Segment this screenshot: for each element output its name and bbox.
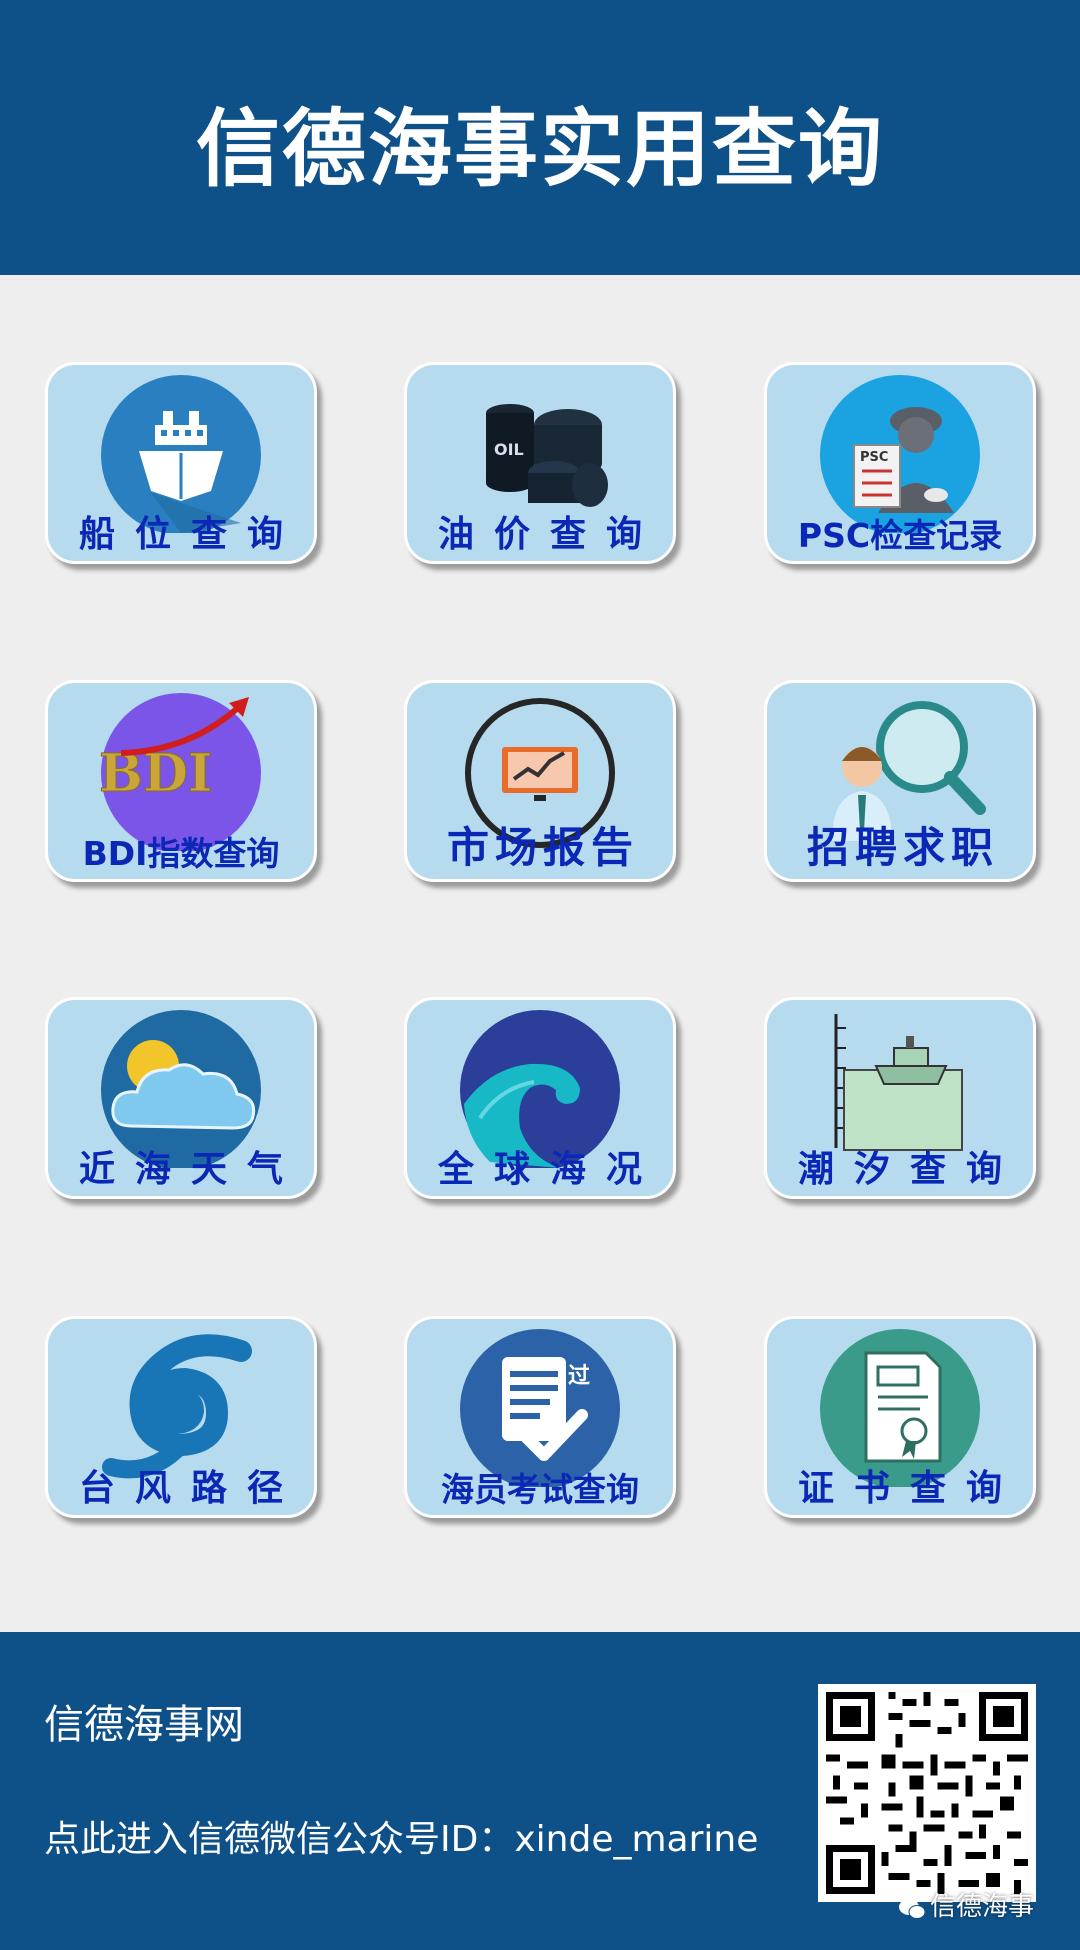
svg-text:过: 过 xyxy=(568,1363,590,1389)
tile-label: 台风路径 xyxy=(78,1468,303,1509)
watermark-text: 信德海事 xyxy=(930,1892,1035,1922)
tile-oil-price[interactable]: OIL 油价查询 xyxy=(404,362,676,564)
footer-site-name: 信德海事网 xyxy=(44,1702,244,1748)
tile-label: PSC检查记录 xyxy=(797,516,1003,555)
svg-text:BDI: BDI xyxy=(99,743,212,804)
tile-certificate[interactable]: 证书查询 xyxy=(764,1316,1036,1518)
tile-label: 全球海况 xyxy=(437,1149,662,1190)
tile-label: BDI指数查询 xyxy=(82,834,280,873)
tile-typhoon-track[interactable]: 台风路径 xyxy=(45,1316,317,1518)
tile-label: 潮汐查询 xyxy=(797,1149,1022,1190)
tile-seafarer-exam[interactable]: 过 海员考试查询 xyxy=(404,1316,676,1518)
wechat-account-link[interactable]: 点此进入信德微信公众号ID：xinde_marine xyxy=(44,1810,758,1862)
tile-tide[interactable]: 潮汐查询 xyxy=(764,997,1036,1199)
header-banner: 信德海事实用查询 xyxy=(0,0,1080,275)
tile-coastal-weather[interactable]: 近海天气 xyxy=(45,997,317,1199)
tile-psc-record[interactable]: PSC PSC检查记录 xyxy=(764,362,1036,564)
tile-market-report[interactable]: 市场报告 xyxy=(404,680,676,882)
tile-global-sea-state[interactable]: 全球海况 xyxy=(404,997,676,1199)
tile-ship-position[interactable]: 船位查询 xyxy=(45,362,317,564)
svg-text:PSC: PSC xyxy=(860,450,888,465)
tile-label: 市场报告 xyxy=(446,823,639,872)
tile-label: 海员考试查询 xyxy=(441,1470,639,1509)
tile-recruitment[interactable]: 招聘求职 xyxy=(764,680,1036,882)
tile-label: 近海天气 xyxy=(78,1149,303,1190)
page-title: 信德海事实用查询 xyxy=(195,100,884,198)
wechat-icon xyxy=(898,1897,926,1919)
svg-text:OIL: OIL xyxy=(494,440,524,459)
tile-bdi-index[interactable]: BDI BDI指数查询 xyxy=(45,680,317,882)
tile-label: 证书查询 xyxy=(797,1468,1022,1509)
footer: 信德海事网 点此进入信德微信公众号ID：xinde_marine 信德海事 xyxy=(0,1632,1080,1950)
tile-label: 招聘求职 xyxy=(806,823,999,872)
qr-code xyxy=(818,1684,1036,1902)
tile-label: 油价查询 xyxy=(437,514,662,555)
tile-label: 船位查询 xyxy=(78,514,303,555)
watermark: 信德海事 xyxy=(898,1886,1034,1923)
